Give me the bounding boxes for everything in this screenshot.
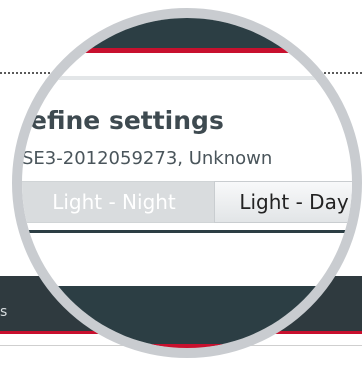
page-title: efine settings [30,106,224,135]
footer-text-fragment: s [0,304,8,320]
magnifier-lens: efine settings SE3-2012059273, Unknown L… [12,8,362,358]
light-day-button[interactable]: Light - Day [214,181,352,223]
section-divider [22,230,352,233]
footer-accent-line-magnified [22,344,352,348]
footer-bar [22,286,352,346]
light-night-button[interactable]: Light - Night [22,181,218,223]
header-accent-line [22,48,352,53]
device-subtitle: SE3-2012059273, Unknown [22,148,273,169]
subheader-bar [22,76,352,80]
